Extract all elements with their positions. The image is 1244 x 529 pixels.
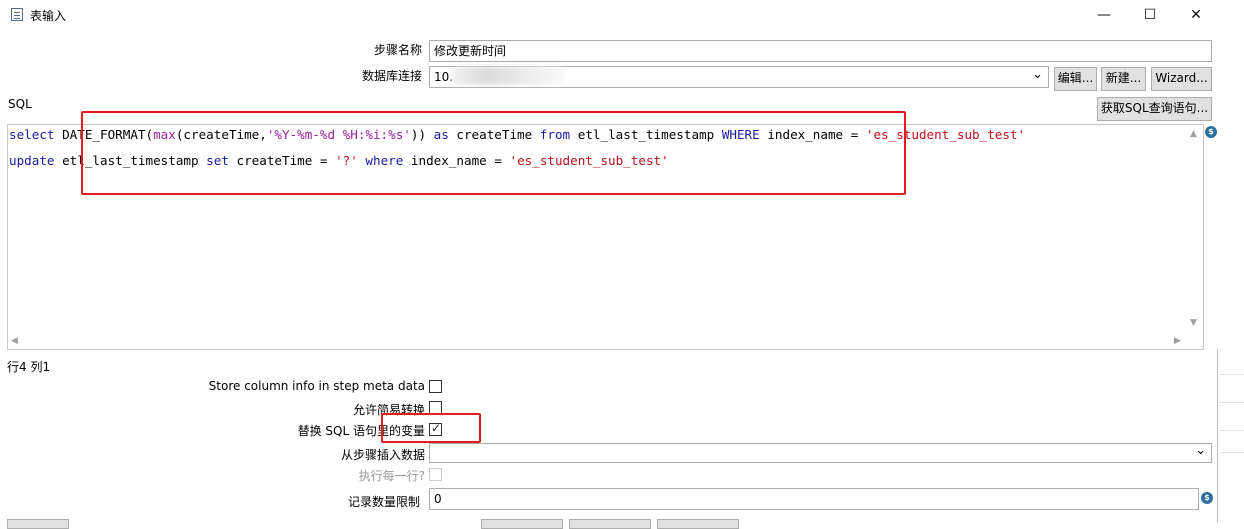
minimize-button[interactable]: —	[1081, 0, 1127, 30]
db-connection-value: 10.	[434, 70, 454, 84]
window-title: 表输入	[30, 9, 67, 23]
preview-button[interactable]	[569, 519, 651, 529]
cursor-position: 行4 列1	[7, 360, 51, 374]
store-meta-checkbox[interactable]	[429, 380, 442, 393]
sql-highlight-box	[81, 111, 906, 195]
insert-from-step-select[interactable]: ⌄	[429, 443, 1212, 463]
step-name-input[interactable]: 修改更新时间	[429, 40, 1212, 62]
scroll-up-icon[interactable]: ▲	[1190, 129, 1197, 139]
get-sql-button[interactable]: 获取SQL查询语句...	[1097, 97, 1212, 121]
maximize-button[interactable]: ☐	[1127, 0, 1173, 30]
editor-horizontal-scrollbar[interactable]: ◀ ▶	[8, 333, 1203, 349]
step-name-value: 修改更新时间	[434, 44, 507, 58]
checkbox-highlight-box	[381, 413, 481, 443]
close-button[interactable]: ✕	[1173, 0, 1219, 30]
chevron-down-icon: ⌄	[1032, 67, 1043, 82]
scroll-left-icon[interactable]: ◀	[11, 336, 18, 346]
new-connection-button[interactable]: 新建...	[1101, 67, 1146, 91]
close-icon: ✕	[1190, 7, 1202, 23]
db-connection-label: 数据库连接	[361, 69, 422, 83]
execute-each-row-checkbox[interactable]	[429, 468, 442, 481]
sql-label: SQL	[8, 97, 32, 111]
redacted-address	[452, 67, 564, 85]
record-limit-input[interactable]: 0	[429, 488, 1199, 510]
variable-dollar-icon: $	[1201, 492, 1213, 504]
background-window-strip	[1217, 350, 1244, 523]
edit-connection-button[interactable]: 编辑...	[1054, 67, 1097, 91]
minimize-icon: —	[1097, 7, 1111, 23]
cancel-button[interactable]	[657, 519, 739, 529]
record-limit-value: 0	[434, 492, 442, 506]
help-button[interactable]	[7, 519, 69, 529]
title-bar: 表输入 — ☐ ✕	[0, 0, 1244, 30]
variable-dollar-icon: $	[1205, 126, 1217, 138]
editor-vertical-scrollbar[interactable]: ▲ ▼	[1186, 125, 1203, 333]
scroll-down-icon[interactable]: ▼	[1190, 318, 1197, 328]
scroll-right-icon[interactable]: ▶	[1174, 336, 1181, 346]
store-meta-label: Store column info in step meta data	[208, 379, 425, 393]
chevron-down-icon: ⌄	[1195, 443, 1206, 458]
table-input-icon	[11, 8, 23, 21]
insert-from-step-label: 从步骤插入数据	[340, 448, 425, 462]
execute-each-row-label: 执行每一行?	[358, 469, 425, 483]
record-limit-label: 记录数量限制	[347, 495, 420, 509]
step-name-label: 步骤名称	[373, 43, 422, 57]
maximize-icon: ☐	[1143, 7, 1157, 23]
ok-button[interactable]	[481, 519, 563, 529]
wizard-button[interactable]: Wizard...	[1151, 67, 1212, 91]
